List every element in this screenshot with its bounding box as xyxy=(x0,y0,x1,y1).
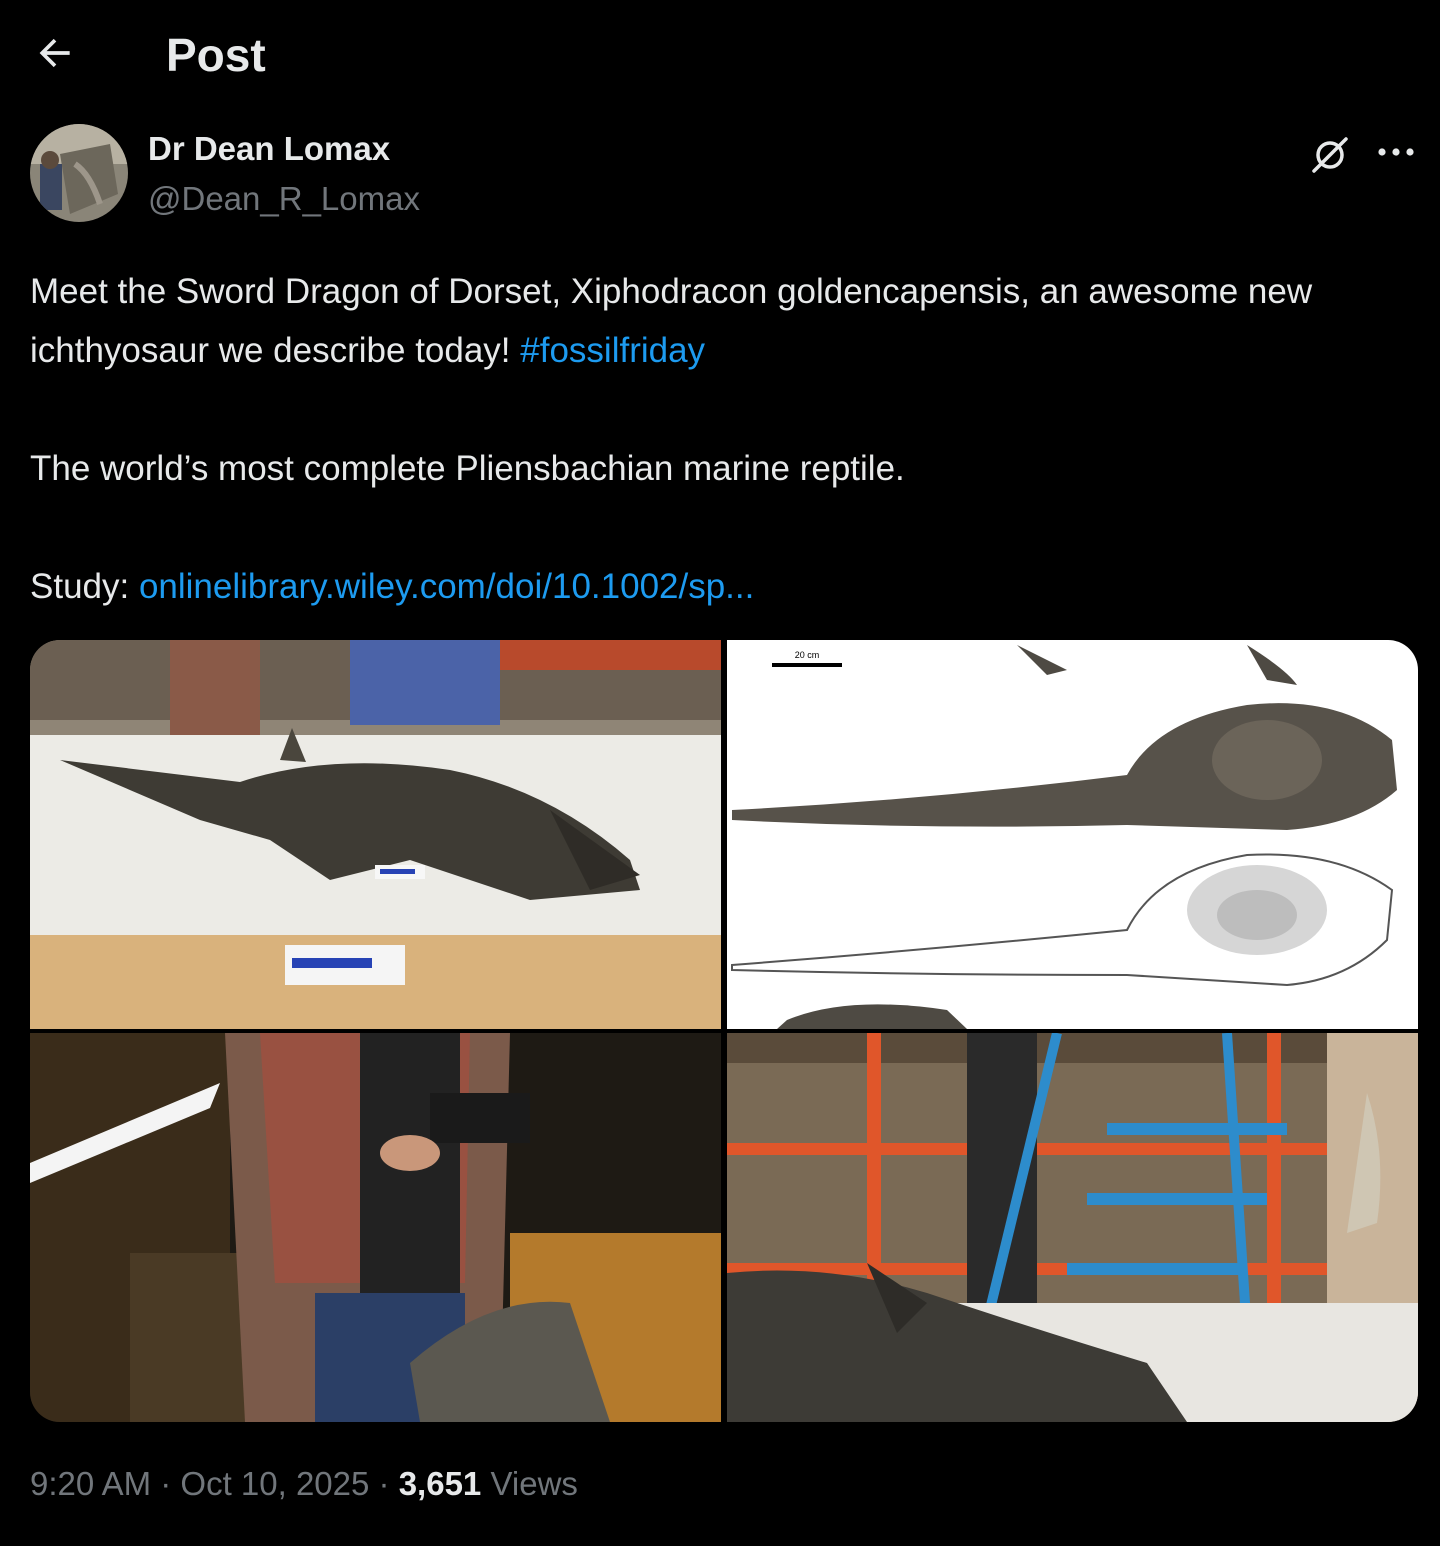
study-link[interactable]: onlinelibrary.wiley.com/doi/10.1002/sp..… xyxy=(139,567,754,606)
views-label: Views xyxy=(481,1465,578,1502)
meta-separator: · xyxy=(151,1465,181,1502)
avatar[interactable] xyxy=(30,124,128,222)
hashtag-link[interactable]: #fossilfriday xyxy=(520,331,705,370)
grok-button[interactable] xyxy=(1306,130,1354,178)
views-count: 3,651 xyxy=(398,1465,482,1502)
post-date[interactable]: Oct 10, 2025 xyxy=(180,1465,369,1502)
post-paragraph-2: The world’s most complete Pliensbachian … xyxy=(30,449,905,488)
more-horizontal-icon xyxy=(1378,148,1414,156)
post-meta: 9:20 AM · Oct 10, 2025 · 3,651 Views xyxy=(30,1460,578,1508)
post-paragraph-3: Study: onlinelibrary.wiley.com/doi/10.10… xyxy=(30,557,1420,616)
author-name[interactable]: Dr Dean Lomax xyxy=(148,128,390,170)
author-handle[interactable]: @Dean_R_Lomax xyxy=(148,178,420,220)
top-bar: Post xyxy=(0,0,1440,108)
study-label: Study: xyxy=(30,567,139,606)
meta-separator: · xyxy=(369,1465,399,1502)
media-photo-3[interactable] xyxy=(30,1033,721,1422)
media-photo-2[interactable]: 20 cm xyxy=(727,640,1418,1029)
post-text: Meet the Sword Dragon of Dorset, Xiphodr… xyxy=(30,262,1420,616)
grok-icon xyxy=(1312,137,1348,173)
media-grid: 20 cm xyxy=(30,640,1418,1422)
scale-bar-label: 20 cm xyxy=(795,650,820,660)
media-photo-1[interactable] xyxy=(30,640,721,1029)
back-button[interactable] xyxy=(28,26,82,80)
arrow-left-icon xyxy=(39,38,70,68)
post-time[interactable]: 9:20 AM xyxy=(30,1465,151,1502)
media-photo-4[interactable] xyxy=(727,1033,1418,1422)
post-paragraph-1: Meet the Sword Dragon of Dorset, Xiphodr… xyxy=(30,262,1420,380)
more-button[interactable] xyxy=(1370,130,1422,174)
page-title: Post xyxy=(166,29,266,81)
